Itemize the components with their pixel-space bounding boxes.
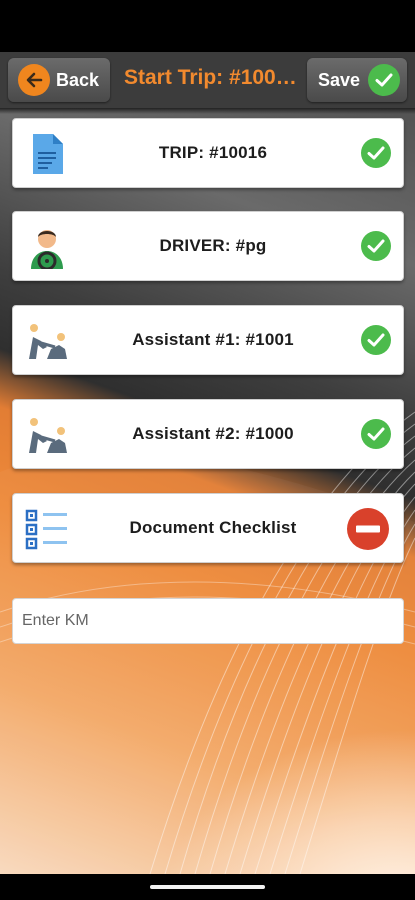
document-checklist-card[interactable]: Document Checklist <box>12 493 404 563</box>
assistant-icon <box>29 324 67 359</box>
check-circle-icon <box>361 231 391 261</box>
assistant-icon <box>29 418 67 453</box>
driver-label: DRIVER: #pg <box>159 236 267 255</box>
save-button-label: Save <box>318 69 361 90</box>
check-circle-icon <box>361 325 391 355</box>
back-button-label: Back <box>56 69 100 90</box>
driver-icon <box>31 230 63 269</box>
trip-label: TRIP: #10016 <box>158 143 268 162</box>
assistant-2-label: Assistant #2: #1000 <box>132 424 294 443</box>
assistant-1-card[interactable]: Assistant #1: #1001 <box>12 305 404 375</box>
back-button[interactable]: Back <box>8 58 110 102</box>
save-button[interactable]: Save <box>307 58 407 102</box>
minus-circle-icon <box>347 508 389 550</box>
check-circle-icon <box>361 419 391 449</box>
home-indicator[interactable] <box>150 885 265 889</box>
driver-card[interactable]: DRIVER: #pg <box>12 211 404 281</box>
km-input[interactable] <box>12 598 404 644</box>
check-circle-icon <box>361 138 391 168</box>
document-icon <box>33 134 63 174</box>
assistant-1-label: Assistant #1: #1001 <box>132 330 294 349</box>
status-bar <box>0 0 415 52</box>
assistant-2-card[interactable]: Assistant #2: #1000 <box>12 399 404 469</box>
document-checklist-label: Document Checklist <box>129 518 297 537</box>
page-title: Start Trip: #10016 <box>124 66 299 89</box>
back-arrow-icon <box>18 64 50 96</box>
checkmark-icon <box>368 64 401 96</box>
nav-bar-shadow <box>0 108 415 114</box>
checklist-icon <box>25 509 67 550</box>
trip-card[interactable]: TRIP: #10016 <box>12 118 404 188</box>
